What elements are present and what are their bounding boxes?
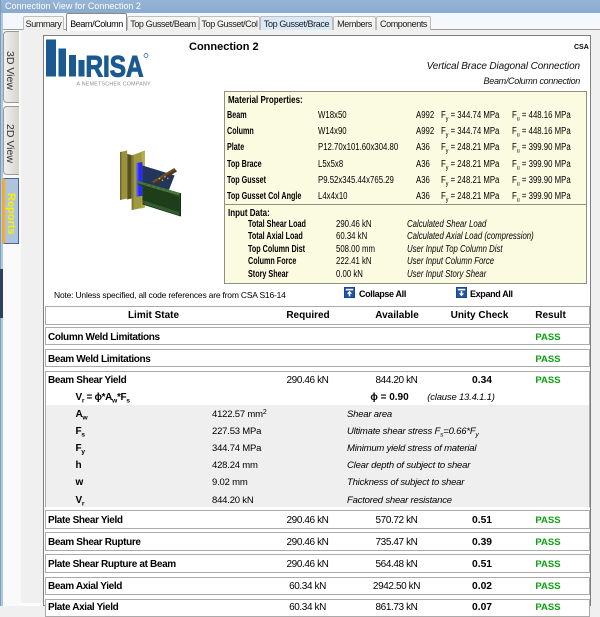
svg-text:RISA: RISA bbox=[86, 51, 144, 84]
svg-text:A NEMETSCHEK COMPANY: A NEMETSCHEK COMPANY bbox=[77, 82, 152, 88]
